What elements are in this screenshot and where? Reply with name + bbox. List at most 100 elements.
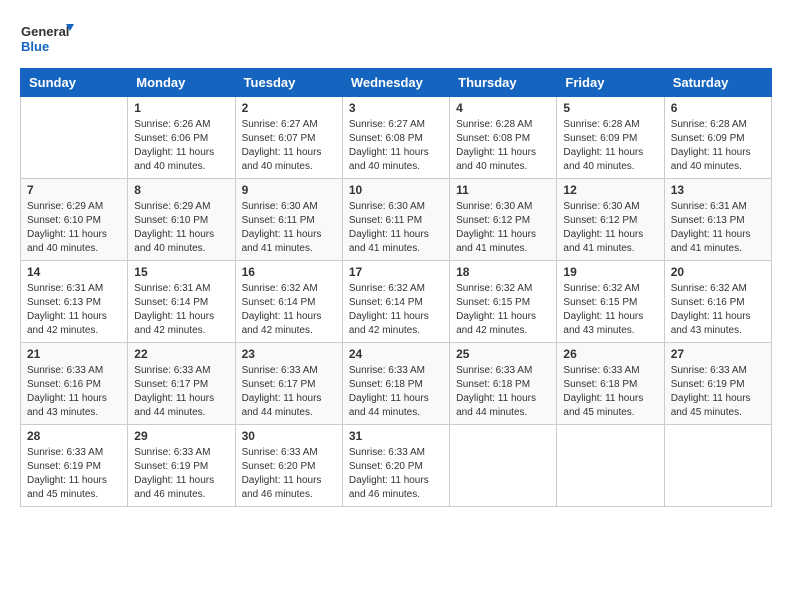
calendar-cell: 1 Sunrise: 6:26 AM Sunset: 6:06 PM Daylig… (128, 97, 235, 179)
calendar-week-row: 7Sunrise: 6:29 AM Sunset: 6:10 PM Daylig… (21, 179, 772, 261)
day-number: 15 (134, 265, 228, 279)
day-info: Sunrise: 6:33 AM Sunset: 6:17 PM Dayligh… (242, 364, 336, 420)
calendar-cell: 6 Sunrise: 6:28 AM Sunset: 6:09 PM Daylig… (664, 97, 771, 179)
calendar-cell (557, 425, 664, 507)
day-info: Sunrise: 6:32 AM Sunset: 6:16 PM Dayligh… (671, 282, 765, 338)
weekday-header-wednesday: Wednesday (342, 69, 449, 97)
day-number: 29 (134, 429, 228, 443)
calendar-week-row: 1 Sunrise: 6:26 AM Sunset: 6:06 PM Daylig… (21, 97, 772, 179)
day-info: Sunrise: 6:33 AM Sunset: 6:17 PM Dayligh… (134, 364, 228, 420)
day-info: Sunrise: 6:33 AM Sunset: 6:18 PM Dayligh… (349, 364, 443, 420)
day-info: Sunrise: 6:33 AM Sunset: 6:19 PM Dayligh… (27, 446, 121, 502)
weekday-header-thursday: Thursday (450, 69, 557, 97)
day-info: Sunrise: 6:26 AM Sunset: 6:06 PM Dayligh… (134, 118, 228, 174)
calendar-cell: 31 Sunrise: 6:33 AM Sunset: 6:20 PM Dayli… (342, 425, 449, 507)
day-number: 1 (134, 101, 228, 115)
day-number: 7 (27, 183, 121, 197)
day-number: 12 (563, 183, 657, 197)
day-number: 28 (27, 429, 121, 443)
day-info: Sunrise: 6:31 AM Sunset: 6:13 PM Dayligh… (27, 282, 121, 338)
calendar-cell: 10 Sunrise: 6:30 AM Sunset: 6:11 PM Dayli… (342, 179, 449, 261)
calendar-cell: 9Sunrise: 6:30 AM Sunset: 6:11 PM Daylig… (235, 179, 342, 261)
day-info: Sunrise: 6:28 AM Sunset: 6:09 PM Dayligh… (671, 118, 765, 174)
day-info: Sunrise: 6:32 AM Sunset: 6:14 PM Dayligh… (349, 282, 443, 338)
calendar-cell: 12 Sunrise: 6:30 AM Sunset: 6:12 PM Dayli… (557, 179, 664, 261)
day-number: 23 (242, 347, 336, 361)
calendar-week-row: 28 Sunrise: 6:33 AM Sunset: 6:19 PM Dayli… (21, 425, 772, 507)
weekday-header-monday: Monday (128, 69, 235, 97)
day-number: 6 (671, 101, 765, 115)
svg-text:Blue: Blue (21, 39, 49, 54)
calendar-cell: 22 Sunrise: 6:33 AM Sunset: 6:17 PM Dayli… (128, 343, 235, 425)
day-number: 22 (134, 347, 228, 361)
weekday-header-friday: Friday (557, 69, 664, 97)
day-number: 20 (671, 265, 765, 279)
day-number: 9 (242, 183, 336, 197)
calendar-cell: 13 Sunrise: 6:31 AM Sunset: 6:13 PM Dayli… (664, 179, 771, 261)
logo: General Blue (20, 20, 75, 60)
day-info: Sunrise: 6:27 AM Sunset: 6:07 PM Dayligh… (242, 118, 336, 174)
calendar-table: SundayMondayTuesdayWednesdayThursdayFrid… (20, 68, 772, 507)
day-info: Sunrise: 6:33 AM Sunset: 6:19 PM Dayligh… (671, 364, 765, 420)
day-number: 21 (27, 347, 121, 361)
calendar-cell: 20 Sunrise: 6:32 AM Sunset: 6:16 PM Dayli… (664, 261, 771, 343)
calendar-cell: 18Sunrise: 6:32 AM Sunset: 6:15 PM Dayli… (450, 261, 557, 343)
calendar-cell: 15 Sunrise: 6:31 AM Sunset: 6:14 PM Dayli… (128, 261, 235, 343)
calendar-cell: 21 Sunrise: 6:33 AM Sunset: 6:16 PM Dayli… (21, 343, 128, 425)
calendar-cell: 2 Sunrise: 6:27 AM Sunset: 6:07 PM Daylig… (235, 97, 342, 179)
day-number: 5 (563, 101, 657, 115)
day-info: Sunrise: 6:33 AM Sunset: 6:16 PM Dayligh… (27, 364, 121, 420)
day-info: Sunrise: 6:28 AM Sunset: 6:08 PM Dayligh… (456, 118, 550, 174)
day-info: Sunrise: 6:30 AM Sunset: 6:11 PM Dayligh… (349, 200, 443, 256)
calendar-cell: 27Sunrise: 6:33 AM Sunset: 6:19 PM Dayli… (664, 343, 771, 425)
calendar-cell: 17 Sunrise: 6:32 AM Sunset: 6:14 PM Dayli… (342, 261, 449, 343)
day-number: 2 (242, 101, 336, 115)
calendar-week-row: 21 Sunrise: 6:33 AM Sunset: 6:16 PM Dayli… (21, 343, 772, 425)
day-info: Sunrise: 6:31 AM Sunset: 6:13 PM Dayligh… (671, 200, 765, 256)
calendar-cell: 16 Sunrise: 6:32 AM Sunset: 6:14 PM Dayli… (235, 261, 342, 343)
day-number: 31 (349, 429, 443, 443)
logo-svg: General Blue (20, 20, 75, 60)
calendar-cell: 30 Sunrise: 6:33 AM Sunset: 6:20 PM Dayli… (235, 425, 342, 507)
day-info: Sunrise: 6:30 AM Sunset: 6:12 PM Dayligh… (563, 200, 657, 256)
calendar-cell: 29Sunrise: 6:33 AM Sunset: 6:19 PM Dayli… (128, 425, 235, 507)
calendar-cell: 24 Sunrise: 6:33 AM Sunset: 6:18 PM Dayli… (342, 343, 449, 425)
calendar-cell: 26Sunrise: 6:33 AM Sunset: 6:18 PM Dayli… (557, 343, 664, 425)
day-info: Sunrise: 6:32 AM Sunset: 6:14 PM Dayligh… (242, 282, 336, 338)
weekday-header-sunday: Sunday (21, 69, 128, 97)
weekday-header-tuesday: Tuesday (235, 69, 342, 97)
day-info: Sunrise: 6:33 AM Sunset: 6:18 PM Dayligh… (563, 364, 657, 420)
day-number: 10 (349, 183, 443, 197)
day-number: 14 (27, 265, 121, 279)
day-info: Sunrise: 6:27 AM Sunset: 6:08 PM Dayligh… (349, 118, 443, 174)
calendar-cell: 4 Sunrise: 6:28 AM Sunset: 6:08 PM Daylig… (450, 97, 557, 179)
day-number: 18 (456, 265, 550, 279)
weekday-header-row: SundayMondayTuesdayWednesdayThursdayFrid… (21, 69, 772, 97)
calendar-cell: 23 Sunrise: 6:33 AM Sunset: 6:17 PM Dayli… (235, 343, 342, 425)
day-number: 25 (456, 347, 550, 361)
day-number: 19 (563, 265, 657, 279)
calendar-cell: 5 Sunrise: 6:28 AM Sunset: 6:09 PM Daylig… (557, 97, 664, 179)
day-info: Sunrise: 6:33 AM Sunset: 6:20 PM Dayligh… (349, 446, 443, 502)
day-number: 13 (671, 183, 765, 197)
day-number: 24 (349, 347, 443, 361)
weekday-header-saturday: Saturday (664, 69, 771, 97)
day-number: 17 (349, 265, 443, 279)
calendar-week-row: 14 Sunrise: 6:31 AM Sunset: 6:13 PM Dayli… (21, 261, 772, 343)
calendar-cell: 25Sunrise: 6:33 AM Sunset: 6:18 PM Dayli… (450, 343, 557, 425)
calendar-cell: 11Sunrise: 6:30 AM Sunset: 6:12 PM Dayli… (450, 179, 557, 261)
day-info: Sunrise: 6:33 AM Sunset: 6:20 PM Dayligh… (242, 446, 336, 502)
day-number: 4 (456, 101, 550, 115)
day-info: Sunrise: 6:28 AM Sunset: 6:09 PM Dayligh… (563, 118, 657, 174)
day-number: 16 (242, 265, 336, 279)
calendar-cell: 14 Sunrise: 6:31 AM Sunset: 6:13 PM Dayli… (21, 261, 128, 343)
day-info: Sunrise: 6:31 AM Sunset: 6:14 PM Dayligh… (134, 282, 228, 338)
calendar-cell (664, 425, 771, 507)
day-number: 30 (242, 429, 336, 443)
calendar-cell: 7Sunrise: 6:29 AM Sunset: 6:10 PM Daylig… (21, 179, 128, 261)
day-number: 8 (134, 183, 228, 197)
calendar-cell (21, 97, 128, 179)
day-info: Sunrise: 6:32 AM Sunset: 6:15 PM Dayligh… (563, 282, 657, 338)
header: General Blue (20, 20, 772, 60)
calendar-cell: 3Sunrise: 6:27 AM Sunset: 6:08 PM Daylig… (342, 97, 449, 179)
